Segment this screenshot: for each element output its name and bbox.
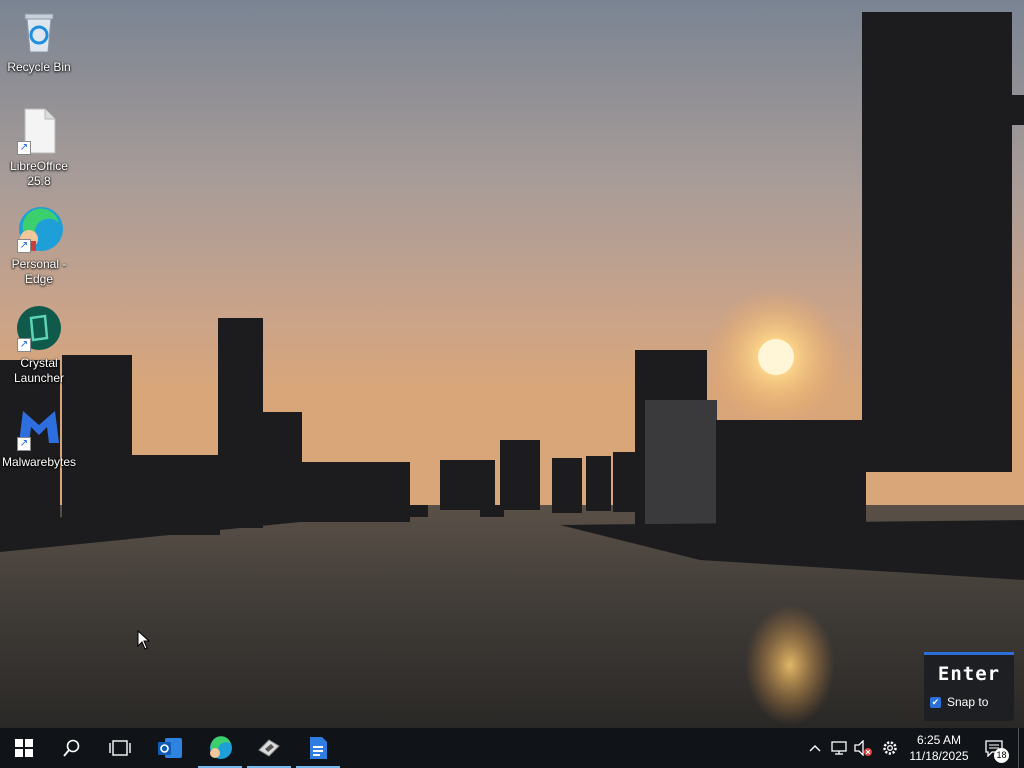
show-desktop-button[interactable] <box>1018 728 1024 768</box>
gear-icon <box>883 741 897 755</box>
launcher-app-icon <box>258 739 280 757</box>
desktop-icon-libreoffice[interactable]: ↗ LibreOffice 25.8 <box>1 107 77 189</box>
windows-start-icon <box>15 739 33 757</box>
desktop-icon-label: LibreOffice 25.8 <box>10 159 68 188</box>
desktop-icon-label: Recycle Bin <box>7 60 71 74</box>
notification-center-button[interactable]: 18 <box>978 728 1010 768</box>
document-app-icon <box>310 737 327 759</box>
speaker-muted-icon <box>854 740 872 756</box>
taskbar-edge[interactable] <box>196 728 244 768</box>
desktop-icon-personal-edge[interactable]: ↗ Personal - Edge <box>1 205 77 287</box>
desktop-icon-label: Crystal Launcher <box>13 356 65 385</box>
taskbar-document-app[interactable] <box>294 728 342 768</box>
snap-popup-title: Enter <box>937 663 1001 685</box>
mouse-cursor-icon <box>137 630 151 650</box>
edge-profile-icon: ↗ <box>15 205 63 253</box>
snap-popup[interactable]: Enter ✔ Snap to <box>924 652 1014 721</box>
taskbar: 6:25 AM 11/18/2025 18 <box>0 728 1024 768</box>
desktop-icon-malwarebytes[interactable]: ↗ Malwarebytes <box>1 403 77 470</box>
outlook-icon <box>158 738 182 758</box>
network-icon <box>831 741 847 755</box>
libreoffice-icon: ↗ <box>15 107 63 155</box>
taskbar-clock[interactable]: 6:25 AM 11/18/2025 <box>904 728 974 768</box>
desktop-icon-label: Personal - Edge <box>11 257 67 286</box>
notification-count-badge: 18 <box>994 748 1009 763</box>
checkbox-checked-icon[interactable]: ✔ <box>930 696 941 708</box>
desktop-wallpaper <box>0 0 1024 728</box>
volume-button[interactable] <box>852 728 874 768</box>
shortcut-arrow-icon: ↗ <box>17 239 31 253</box>
network-button[interactable] <box>828 728 850 768</box>
clock-date: 11/18/2025 <box>909 749 969 763</box>
shortcut-arrow-icon: ↗ <box>17 338 31 352</box>
desktop-icon-recycle-bin[interactable]: Recycle Bin <box>1 8 77 75</box>
malwarebytes-icon: ↗ <box>15 403 63 451</box>
task-view-icon <box>109 740 131 756</box>
sunset-river-wallpaper <box>0 0 1024 728</box>
settings-button[interactable] <box>878 728 902 768</box>
task-view-button[interactable] <box>96 728 144 768</box>
desktop-icon-label: Malwarebytes <box>1 455 77 469</box>
shortcut-arrow-icon: ↗ <box>17 141 31 155</box>
search-icon <box>63 739 80 757</box>
snap-to-label: Snap to <box>947 695 989 709</box>
clock-time: 6:25 AM <box>916 733 962 747</box>
crystal-launcher-icon: ↗ <box>15 304 63 352</box>
taskbar-launcher-app[interactable] <box>245 728 293 768</box>
chevron-up-icon <box>809 745 821 752</box>
edge-icon <box>210 736 232 759</box>
snap-to-checkbox-row[interactable]: ✔ Snap to <box>930 695 1014 709</box>
recycle-bin-icon <box>15 8 63 56</box>
start-button[interactable] <box>0 728 48 768</box>
shortcut-arrow-icon: ↗ <box>17 437 31 451</box>
taskbar-outlook[interactable] <box>146 728 194 768</box>
search-button[interactable] <box>48 728 96 768</box>
desktop-icon-crystal-launcher[interactable]: ↗ Crystal Launcher <box>1 304 77 386</box>
show-hidden-icons-button[interactable] <box>806 728 824 768</box>
